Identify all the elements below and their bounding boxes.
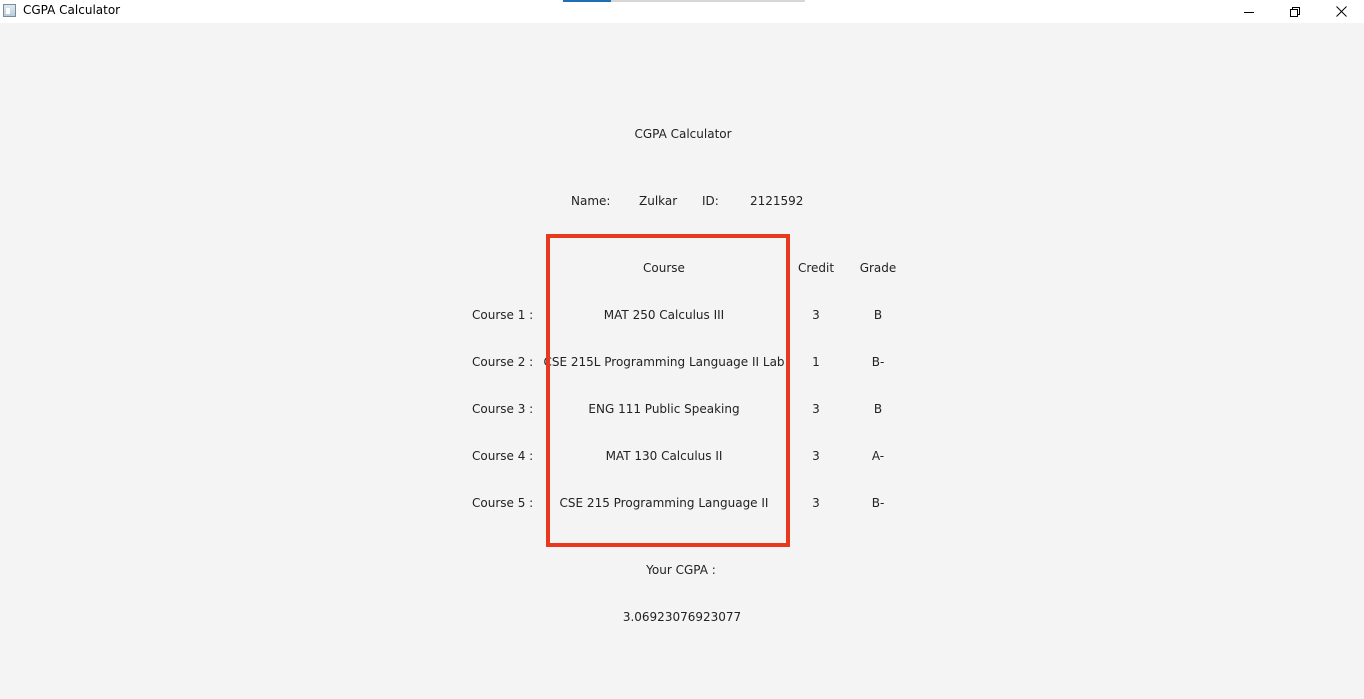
grade-column-header: Grade <box>859 261 897 275</box>
minimize-icon <box>1244 11 1254 13</box>
loading-progress-fill <box>563 0 612 2</box>
loading-progress-bar <box>563 0 805 2</box>
course-column-header: Course <box>643 261 685 275</box>
name-label: Name: <box>571 194 611 208</box>
minimize-button[interactable] <box>1226 0 1272 23</box>
course-row-label: Course 3 : <box>472 402 534 416</box>
course-name: ENG 111 Public Speaking <box>588 402 740 416</box>
course-credit: 1 <box>812 355 820 369</box>
app-window-icon <box>3 4 16 17</box>
course-name: MAT 250 Calculus III <box>603 308 725 322</box>
close-button[interactable] <box>1318 0 1364 23</box>
course-row-label: Course 4 : <box>472 449 534 463</box>
name-value: Zulkar <box>639 194 678 208</box>
cgpa-label: Your CGPA : <box>646 563 716 577</box>
course-credit: 3 <box>812 402 820 416</box>
course-grade: B- <box>871 496 885 510</box>
credit-column-header: Credit <box>797 261 835 275</box>
page-title: CGPA Calculator <box>634 127 732 141</box>
course-grade: B <box>873 308 883 322</box>
course-grade: B <box>873 402 883 416</box>
course-row-label: Course 1 : <box>472 308 534 322</box>
window-title: CGPA Calculator <box>23 3 121 17</box>
id-value: 2121592 <box>750 194 804 208</box>
close-icon <box>1335 6 1347 17</box>
restore-icon <box>1290 6 1300 17</box>
course-credit: 3 <box>812 496 820 510</box>
course-credit: 3 <box>812 449 820 463</box>
course-credit: 3 <box>812 308 820 322</box>
course-grade: A- <box>871 449 885 463</box>
course-name: CSE 215 Programming Language II <box>559 496 769 510</box>
window-titlebar[interactable]: CGPA Calculator <box>0 0 1364 23</box>
id-label: ID: <box>702 194 719 208</box>
cgpa-value: 3.06923076923077 <box>622 610 742 624</box>
course-name: MAT 130 Calculus II <box>605 449 723 463</box>
course-grade: B- <box>871 355 885 369</box>
restore-button[interactable] <box>1272 0 1318 23</box>
course-row-label: Course 2 : <box>472 355 534 369</box>
course-row-label: Course 5 : <box>472 496 534 510</box>
course-name: CSE 215L Programming Language II Lab <box>543 355 785 369</box>
